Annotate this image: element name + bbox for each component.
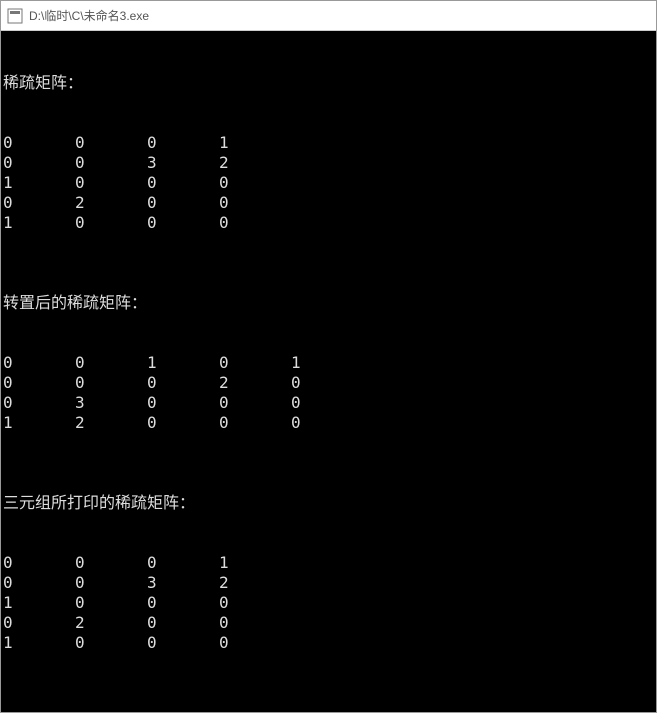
table-row: 00101 (3, 353, 654, 373)
table-row: 0001 (3, 133, 654, 153)
table-row: 1000 (3, 633, 654, 653)
cell: 1 (3, 173, 75, 193)
cell: 0 (219, 633, 291, 653)
cell: 0 (147, 213, 219, 233)
cell: 1 (3, 593, 75, 613)
cell: 0 (3, 553, 75, 573)
cell: 0 (291, 393, 363, 413)
cell: 0 (75, 593, 147, 613)
section-label: 稀疏矩阵： (3, 73, 654, 93)
cell: 0 (147, 553, 219, 573)
cell: 1 (291, 353, 363, 373)
cell: 0 (291, 413, 363, 433)
sparse-matrix: 00010032100002001000 (3, 133, 654, 233)
cell: 0 (3, 353, 75, 373)
cell: 0 (75, 133, 147, 153)
cell: 0 (219, 393, 291, 413)
cell: 3 (147, 573, 219, 593)
cell: 0 (75, 213, 147, 233)
cell: 0 (219, 173, 291, 193)
cell: 1 (219, 133, 291, 153)
cell: 0 (75, 353, 147, 373)
cell: 0 (3, 133, 75, 153)
section-label: 转置后的稀疏矩阵： (3, 293, 654, 313)
cell: 0 (75, 153, 147, 173)
cell: 0 (291, 373, 363, 393)
section-label: 三元组所打印的稀疏矩阵： (3, 493, 654, 513)
cell: 3 (147, 153, 219, 173)
cell: 0 (3, 613, 75, 633)
cell: 0 (3, 193, 75, 213)
cell: 0 (75, 553, 147, 573)
cell: 2 (75, 193, 147, 213)
table-row: 0200 (3, 613, 654, 633)
cell: 0 (219, 593, 291, 613)
cell: 0 (75, 573, 147, 593)
app-icon (7, 8, 23, 24)
cell: 1 (3, 633, 75, 653)
triple-print-matrix: 00010032100002001000 (3, 553, 654, 653)
cell: 1 (219, 553, 291, 573)
table-row: 12000 (3, 413, 654, 433)
table-row: 0032 (3, 573, 654, 593)
cell: 0 (219, 193, 291, 213)
cell: 0 (3, 153, 75, 173)
transposed-matrix: 00101000200300012000 (3, 353, 654, 433)
cell: 2 (75, 413, 147, 433)
table-row: 0001 (3, 553, 654, 573)
cell: 0 (219, 213, 291, 233)
cell: 0 (147, 593, 219, 613)
console-window: D:\临时\C\未命名3.exe 稀疏矩阵： 00010032100002001… (0, 0, 657, 713)
table-row: 0032 (3, 153, 654, 173)
cell: 0 (75, 633, 147, 653)
table-row: 1000 (3, 213, 654, 233)
titlebar[interactable]: D:\临时\C\未命名3.exe (1, 1, 656, 31)
cell: 2 (219, 153, 291, 173)
table-row: 1000 (3, 593, 654, 613)
cell: 1 (147, 353, 219, 373)
table-row: 1000 (3, 173, 654, 193)
cell: 0 (75, 373, 147, 393)
cell: 0 (3, 573, 75, 593)
cell: 0 (3, 373, 75, 393)
cell: 2 (219, 373, 291, 393)
cell: 1 (3, 213, 75, 233)
cell: 0 (219, 353, 291, 373)
cell: 0 (219, 613, 291, 633)
cell: 1 (3, 413, 75, 433)
cell: 0 (147, 173, 219, 193)
cell: 0 (147, 633, 219, 653)
cell: 0 (147, 373, 219, 393)
table-row: 00020 (3, 373, 654, 393)
cell: 0 (147, 393, 219, 413)
window-title: D:\临时\C\未命名3.exe (29, 7, 149, 24)
cell: 3 (75, 393, 147, 413)
cell: 0 (3, 393, 75, 413)
cell: 0 (147, 613, 219, 633)
cell: 0 (147, 133, 219, 153)
cell: 0 (147, 193, 219, 213)
table-row: 03000 (3, 393, 654, 413)
cell: 2 (75, 613, 147, 633)
cell: 0 (219, 413, 291, 433)
cell: 0 (147, 413, 219, 433)
table-row: 0200 (3, 193, 654, 213)
cell: 0 (75, 173, 147, 193)
cell: 2 (219, 573, 291, 593)
console-output[interactable]: 稀疏矩阵： 00010032100002001000 转置后的稀疏矩阵： 001… (1, 31, 656, 712)
